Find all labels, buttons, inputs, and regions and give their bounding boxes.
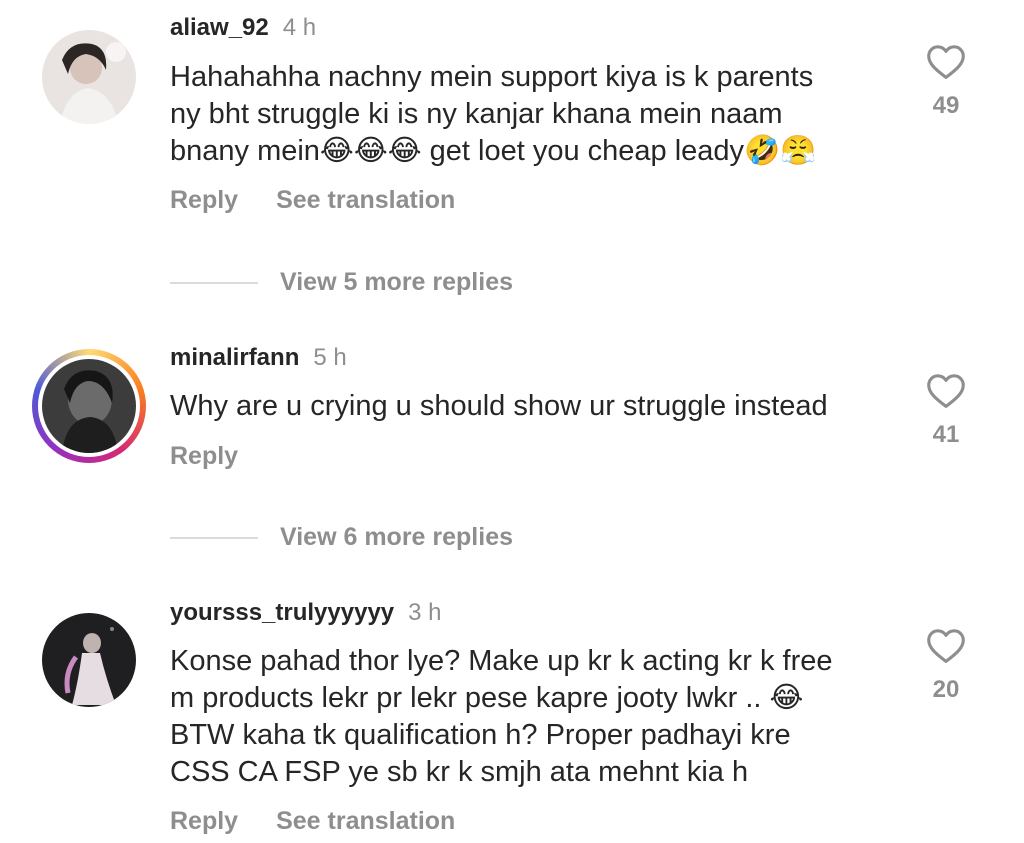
heart-outline-icon[interactable] [925,371,967,409]
user-line: minalirfann 5 h [170,344,347,372]
comment-text-line: Konse pahad thor lye? Make up kr k actin… [170,645,833,677]
like-count: 41 [932,421,960,448]
story-ring[interactable] [32,349,146,463]
like-area: 41 [920,371,972,449]
avatar[interactable] [42,359,136,453]
comment-text-line: ny bht struggle ki is ny kanjar khana me… [170,98,783,130]
avatar[interactable] [42,613,136,707]
reply-button[interactable]: Reply [170,807,238,836]
heart-outline-icon[interactable] [925,42,967,80]
comment-text-line: BTW kaha tk qualification h? Proper padh… [170,719,791,751]
view-replies[interactable]: View 6 more replies [170,523,513,552]
like-area: 49 [920,42,972,120]
see-translation-button[interactable]: See translation [276,807,455,836]
see-translation-button[interactable]: See translation [276,186,455,215]
username[interactable]: aliaw_92 [170,14,269,41]
timestamp: 3 h [408,599,442,626]
reply-button[interactable]: Reply [170,442,238,471]
username[interactable]: yoursss_trulyyyyyy [170,599,394,626]
comment-actions: Reply [170,442,276,471]
reply-button[interactable]: Reply [170,186,238,215]
heart-outline-icon[interactable] [925,626,967,664]
timestamp: 5 h [313,344,347,371]
replies-divider [170,281,258,284]
avatar-photo [42,613,136,707]
comment-text: Hahahahha nachny mein support kiya is k … [170,59,890,170]
like-count: 49 [932,92,960,119]
view-replies-label[interactable]: View 6 more replies [280,523,513,552]
comment-text-line: Why are u crying u should show ur strugg… [170,390,828,422]
comment-text: Why are u crying u should show ur strugg… [170,388,890,425]
view-replies[interactable]: View 5 more replies [170,268,513,297]
comment-text-line: bnany mein😂😂😂 get loet you cheap leady🤣😤 [170,135,817,167]
like-count: 20 [932,676,960,703]
comment-text-line: CSS CA FSP ye sb kr k smjh ata mehnt kia… [170,756,749,788]
username[interactable]: minalirfann [170,344,299,371]
comment-text-line: m products lekr pr lekr pese kapre jooty… [170,682,804,714]
avatar-photo [42,30,136,124]
user-line: aliaw_92 4 h [170,14,316,42]
avatar-photo [42,359,136,453]
comment-actions: Reply See translation [170,186,493,215]
view-replies-label[interactable]: View 5 more replies [280,268,513,297]
comment-text: Konse pahad thor lye? Make up kr k actin… [170,643,890,791]
comment-actions: Reply See translation [170,807,493,836]
timestamp: 4 h [282,14,317,41]
like-area: 20 [920,626,972,704]
replies-divider [170,536,258,539]
avatar[interactable] [42,30,136,124]
comment-text-line: Hahahahha nachny mein support kiya is k … [170,61,814,93]
user-line: yoursss_trulyyyyyy 3 h [170,599,442,627]
